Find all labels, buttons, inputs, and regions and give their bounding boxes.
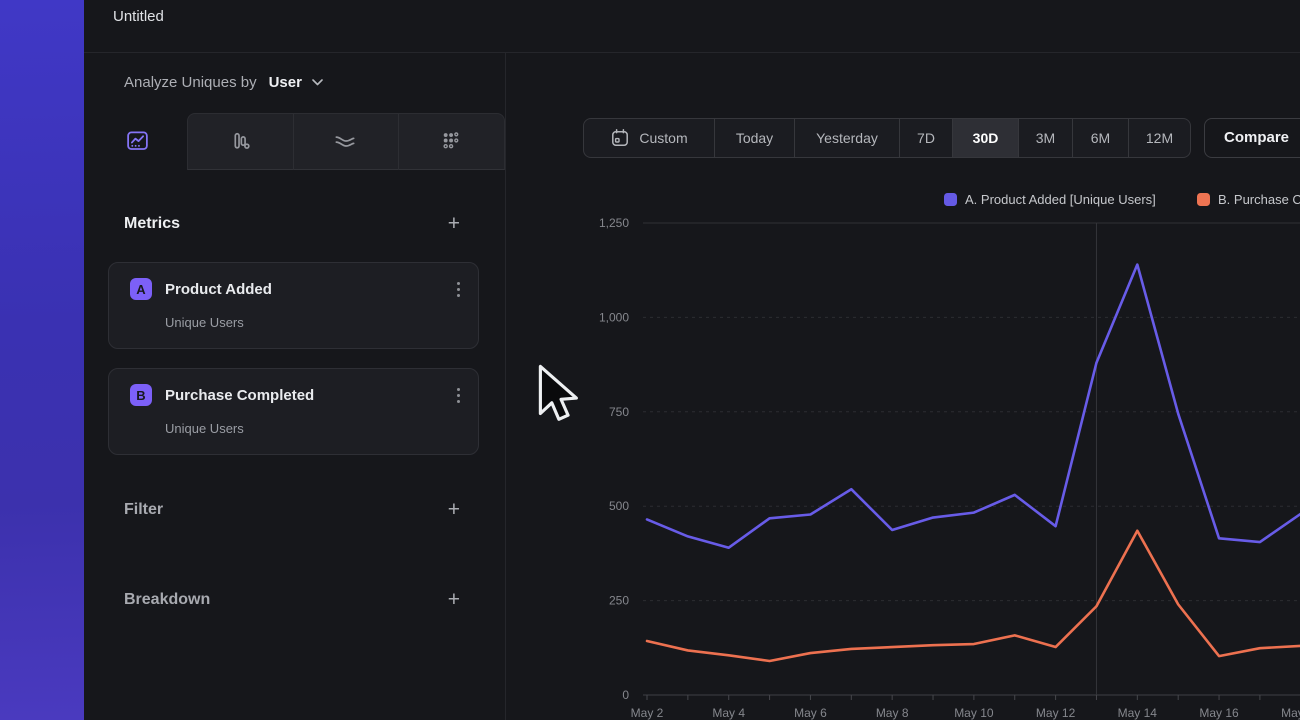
tab-flows[interactable]: [332, 130, 358, 156]
kebab-menu-icon[interactable]: [457, 388, 460, 403]
analyze-uniques-by-control[interactable]: Analyze Uniques by User: [124, 74, 323, 91]
legend-label-b: B. Purchase Completed [Unique Users]: [1218, 192, 1300, 207]
metric-b-title[interactable]: Purchase Completed: [165, 387, 314, 404]
legend-swatch-a: [944, 193, 957, 206]
analyze-prefix-label: Analyze Uniques by: [124, 74, 257, 91]
range-today[interactable]: Today: [715, 119, 795, 157]
breakdown-label: Breakdown: [124, 591, 210, 609]
legend-item-b[interactable]: B. Purchase Completed [Unique Users]: [1197, 192, 1300, 207]
series-line-b: [647, 531, 1300, 661]
range-custom[interactable]: Custom: [584, 119, 715, 157]
x-axis-tick-label: May 14: [1118, 706, 1158, 720]
y-axis-tick-label: 250: [609, 594, 629, 608]
range-30d-selected[interactable]: 30D: [953, 119, 1019, 157]
topbar-divider: [84, 52, 1300, 53]
breakdown-section-row: Breakdown +: [124, 590, 460, 610]
range-6m[interactable]: 6M: [1073, 119, 1129, 157]
tab-insights-line-chart[interactable]: [124, 130, 150, 156]
x-axis-tick-label: May 12: [1036, 706, 1076, 720]
legend-swatch-b: [1197, 193, 1210, 206]
legend-item-a[interactable]: A. Product Added [Unique Users]: [944, 192, 1156, 207]
background-gradient-strip: [0, 0, 84, 720]
bar-chart-icon: [228, 128, 253, 158]
calendar-icon: [610, 128, 630, 148]
y-axis-tick-label: 500: [609, 499, 629, 513]
metric-card-a[interactable]: A Product Added Unique Users: [108, 262, 479, 349]
tab-retention[interactable]: [437, 130, 463, 156]
metric-b-subtitle[interactable]: Unique Users: [165, 421, 244, 436]
add-metric-button[interactable]: +: [448, 214, 460, 234]
sidebar-divider: [505, 53, 506, 720]
add-breakdown-button[interactable]: +: [448, 590, 460, 610]
line-chart[interactable]: 0 250 500 750 1,000 1,250 May 2 May 4 May 6 May 8…: [545, 208, 1300, 720]
range-12m[interactable]: 12M: [1129, 119, 1190, 157]
filter-label: Filter: [124, 501, 163, 519]
y-axis-tick-label: 1,250: [599, 216, 629, 230]
legend-label-a: A. Product Added [Unique Users]: [965, 192, 1156, 207]
series-line-a: [647, 265, 1300, 548]
metric-a-subtitle[interactable]: Unique Users: [165, 315, 244, 330]
analyze-value-dropdown[interactable]: User: [269, 74, 302, 91]
x-axis-tick-label: May 4: [712, 706, 745, 720]
range-yesterday[interactable]: Yesterday: [795, 119, 900, 157]
x-axis-tick-label: May 18: [1281, 706, 1300, 720]
y-axis-tick-label: 0: [622, 688, 629, 702]
x-axis-tick-label: May 16: [1199, 706, 1239, 720]
flows-icon: [332, 128, 358, 159]
y-axis-tick-label: 1,000: [599, 310, 629, 324]
add-filter-button[interactable]: +: [448, 500, 460, 520]
analytics-app-window: Untitled Analyze Uniques by User: [0, 0, 1300, 720]
metric-b-badge: B: [130, 384, 152, 406]
y-axis-tick-label: 750: [609, 405, 629, 419]
range-3m[interactable]: 3M: [1019, 119, 1073, 157]
range-7d[interactable]: 7D: [900, 119, 953, 157]
date-range-selector: Custom Today Yesterday 7D 30D 3M 6M 12M: [583, 118, 1191, 158]
metrics-header-row: Metrics +: [124, 214, 460, 234]
retention-dots-icon: [437, 128, 463, 159]
metric-card-b[interactable]: B Purchase Completed Unique Users: [108, 368, 479, 455]
x-axis-tick-label: May 8: [876, 706, 909, 720]
kebab-menu-icon[interactable]: [457, 282, 460, 297]
filter-section-row: Filter +: [124, 500, 460, 520]
tab-bar-chart[interactable]: [227, 130, 253, 156]
chevron-down-icon: [312, 79, 323, 86]
x-axis-tick-label: May 6: [794, 706, 827, 720]
metrics-heading: Metrics: [124, 215, 180, 233]
line-chart-icon: [125, 128, 150, 158]
tab-divider: [293, 114, 294, 170]
compare-button[interactable]: Compare: [1204, 118, 1300, 158]
metric-a-badge: A: [130, 278, 152, 300]
metric-a-title[interactable]: Product Added: [165, 281, 272, 298]
x-axis-tick-label: May 10: [954, 706, 994, 720]
range-custom-label: Custom: [639, 130, 687, 146]
tab-divider: [398, 114, 399, 170]
x-axis-tick-label: May 2: [631, 706, 664, 720]
report-title[interactable]: Untitled: [113, 8, 164, 25]
